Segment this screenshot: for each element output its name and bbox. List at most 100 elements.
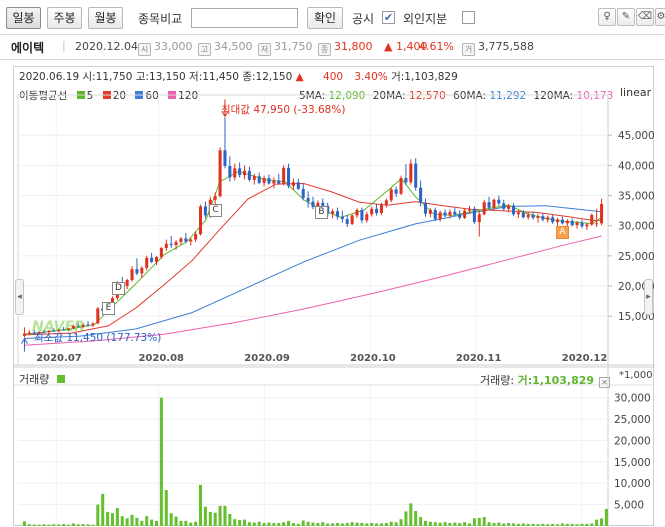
volume-bar — [179, 520, 183, 526]
open-icon: 시 — [138, 43, 151, 56]
volume-bar — [159, 397, 163, 526]
candle-body — [150, 257, 154, 262]
volume-bar — [213, 512, 217, 526]
volume-bar — [130, 514, 134, 526]
marker-b[interactable]: B — [315, 206, 328, 219]
confirm-button[interactable]: 확인 — [307, 7, 343, 29]
scroll-right-handle[interactable]: ▸ — [644, 279, 653, 315]
candle-body — [570, 220, 574, 226]
candle-body — [287, 167, 291, 186]
candle-body — [448, 211, 452, 216]
volume-bar — [394, 522, 398, 526]
stock-info-bar: 에이텍 | 2020.12.04 시 33,000 고 34,500 저 31,750… — [0, 34, 665, 60]
high-icon: 고 — [198, 43, 211, 56]
candle-body — [477, 214, 481, 223]
tab-daily[interactable]: 일봉 — [6, 7, 41, 29]
volume-bar — [223, 505, 227, 526]
candle-body — [130, 269, 134, 281]
close-icon[interactable]: ✕ — [599, 377, 611, 388]
volume-bar — [203, 506, 207, 526]
marker-a[interactable]: A — [556, 226, 569, 239]
candle-body — [135, 269, 139, 274]
candle-body — [521, 212, 525, 218]
volume-bar — [443, 522, 447, 526]
compare-input[interactable] — [191, 8, 298, 28]
indicator-icon[interactable]: ♀ — [598, 8, 616, 26]
candle-body — [355, 210, 359, 216]
volume-bar — [174, 516, 178, 526]
volume-bar — [604, 508, 608, 526]
candle-body — [419, 187, 423, 203]
compare-label: 종목비교 — [138, 12, 183, 26]
toolbar: 일봉 주봉 월봉 종목비교 확인 공시 ✔ 외인지분 ♀ ✎ ⌫ ⚙ — [0, 0, 665, 34]
candle-body — [291, 182, 295, 186]
low-icon: 저 — [258, 43, 271, 56]
high-price: 고 34,500 — [198, 40, 253, 56]
settings-icon[interactable]: ⚙ — [655, 8, 665, 26]
tab-weekly[interactable]: 주봉 — [47, 7, 82, 29]
candle-body — [600, 203, 604, 224]
volume-bar — [106, 511, 110, 526]
open-price: 시 33,000 — [138, 40, 193, 56]
marker-d[interactable]: D — [112, 282, 125, 295]
candle-body — [272, 180, 276, 184]
volume-bar — [238, 520, 242, 526]
candle-body — [213, 196, 217, 200]
candle-body — [453, 211, 457, 215]
candle-body — [306, 197, 310, 202]
candle-body — [379, 204, 383, 214]
marker-c[interactable]: C — [209, 204, 222, 217]
volume-bar — [120, 516, 124, 526]
volume-bar — [497, 522, 501, 526]
tab-monthly[interactable]: 월봉 — [88, 7, 123, 29]
price-change-pct: 4.61% — [419, 40, 454, 53]
volume-bar — [189, 522, 193, 526]
foreign-checkbox[interactable] — [462, 11, 475, 24]
candle-body — [375, 208, 379, 214]
volume-bar — [135, 517, 139, 526]
candle-body — [467, 208, 472, 211]
volume-tick-label: 25,000 — [614, 414, 651, 426]
volume-bar — [154, 520, 159, 526]
candle-body — [247, 170, 251, 180]
volume-bar — [487, 522, 491, 526]
disclosure-checkbox[interactable]: ✔ — [382, 11, 395, 24]
volume-bar — [194, 521, 198, 526]
scroll-left-handle[interactable]: ◂ — [15, 279, 24, 315]
candle-body — [443, 212, 447, 216]
candle-body — [536, 216, 540, 218]
volume-bar — [600, 518, 604, 526]
volume-bar — [423, 520, 428, 526]
price-tick-label: 30,000 — [618, 221, 655, 233]
volume-bar — [306, 521, 310, 526]
volume-header: 거래량 — [19, 371, 66, 387]
candle-body — [203, 206, 207, 216]
date-tick-label: 2020.07 — [36, 353, 82, 364]
watermark-logo: NAVER — [32, 319, 85, 335]
volume-bar — [399, 519, 403, 526]
marker-e[interactable]: E — [102, 302, 115, 315]
candle-body — [301, 188, 305, 198]
volume-bar — [404, 511, 408, 526]
candle-body — [423, 202, 428, 214]
eraser-icon[interactable]: ⌫ — [636, 8, 654, 26]
candle-body — [331, 211, 335, 214]
volume-bar — [267, 522, 271, 526]
candle-body — [154, 257, 159, 262]
chart-panel[interactable]: 2020.06.19 시:11,750 고:13,150 저:11,450 종:… — [13, 66, 655, 527]
candle-body — [399, 178, 403, 194]
candle-body — [531, 214, 535, 218]
volume-tick-label: 30,000 — [614, 393, 651, 405]
draw-tool-icon[interactable]: ✎ — [617, 8, 635, 26]
candle-body — [414, 163, 418, 188]
divider: | — [62, 39, 66, 52]
volume-bar — [150, 519, 154, 526]
candle-body — [218, 150, 222, 197]
close-price: 종 31,800 — [318, 40, 373, 56]
candle-body — [179, 238, 183, 242]
volume-bar — [22, 521, 26, 526]
volume-bar — [463, 522, 467, 526]
volume-bar — [208, 511, 212, 526]
volume-bar — [477, 517, 481, 526]
candle-body — [463, 210, 467, 218]
